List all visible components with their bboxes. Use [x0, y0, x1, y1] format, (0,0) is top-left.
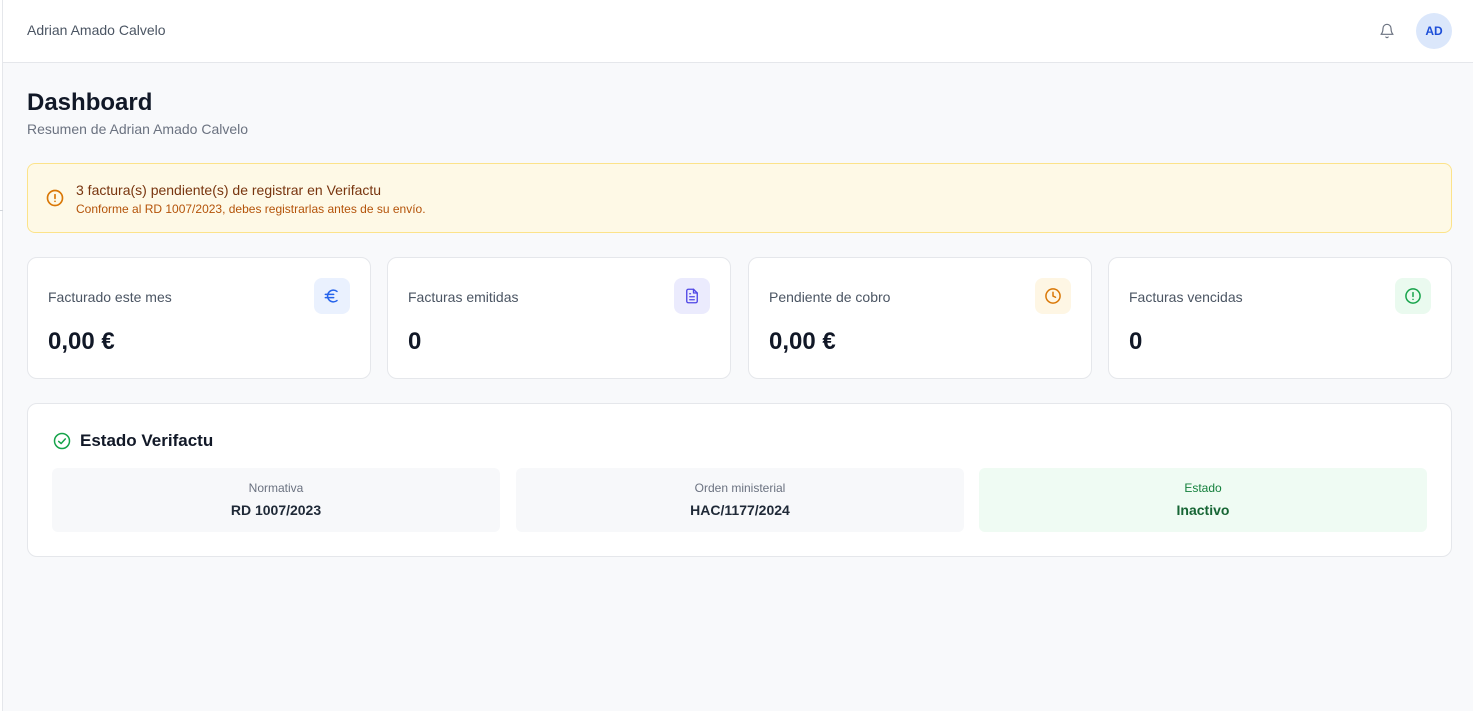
stat-value: RD 1007/2023 [230, 502, 322, 518]
clock-icon [1035, 278, 1071, 314]
panel-title: Estado Verifactu [80, 431, 214, 450]
stat-value: HAC/1177/2024 [690, 502, 790, 518]
top-bar: Adrian Amado Calvelo AD [3, 0, 1473, 63]
check-circle-icon [52, 431, 72, 451]
stat-card-label: Pendiente de cobro [769, 289, 891, 305]
bell-icon[interactable] [1377, 21, 1397, 41]
stat-card-label: Facturado este mes [48, 289, 172, 305]
pending-invoices-alert: 3 factura(s) pendiente(s) de registrar e… [27, 163, 1452, 233]
stat-card-invoiced-this-month: Facturado este mes 0,00 € [27, 257, 371, 379]
stat-label: Estado [1184, 481, 1222, 495]
alert-title: 3 factura(s) pendiente(s) de registrar e… [76, 182, 382, 198]
alert-circle-icon [1395, 278, 1431, 314]
page-subtitle: Resumen de Adrian Amado Calvelo [27, 121, 249, 137]
alert-description: Conforme al RD 1007/2023, debes registra… [76, 202, 426, 216]
verifactu-regulation: Normativa RD 1007/2023 [52, 468, 500, 532]
stat-card-label: Facturas emitidas [408, 289, 519, 305]
alert-circle-icon [45, 188, 65, 208]
stat-card-value: 0 [408, 328, 422, 355]
verifactu-status-panel: Estado Verifactu Normativa RD 1007/2023 … [27, 403, 1452, 557]
stat-card-value: 0,00 € [769, 328, 836, 355]
stat-card-invoices-issued: Facturas emitidas 0 [387, 257, 731, 379]
page-title: Dashboard [27, 89, 153, 116]
stat-card-overdue-invoices: Facturas vencidas 0 [1108, 257, 1452, 379]
header-user-name: Adrian Amado Calvelo [27, 22, 166, 38]
stat-card-pending-payment: Pendiente de cobro 0,00 € [748, 257, 1092, 379]
status-badge: Inactivo [1176, 502, 1230, 518]
document-icon [674, 278, 710, 314]
sidebar-edge [0, 0, 3, 711]
verifactu-ministerial-order: Orden ministerial HAC/1177/2024 [516, 468, 964, 532]
euro-icon [314, 278, 350, 314]
stat-label: Orden ministerial [694, 481, 786, 495]
stat-card-value: 0 [1129, 328, 1143, 355]
verifactu-status: Estado Inactivo [979, 468, 1427, 532]
stat-label: Normativa [248, 481, 304, 495]
avatar[interactable]: AD [1416, 13, 1452, 49]
stat-card-value: 0,00 € [48, 328, 115, 355]
stat-card-label: Facturas vencidas [1129, 289, 1243, 305]
